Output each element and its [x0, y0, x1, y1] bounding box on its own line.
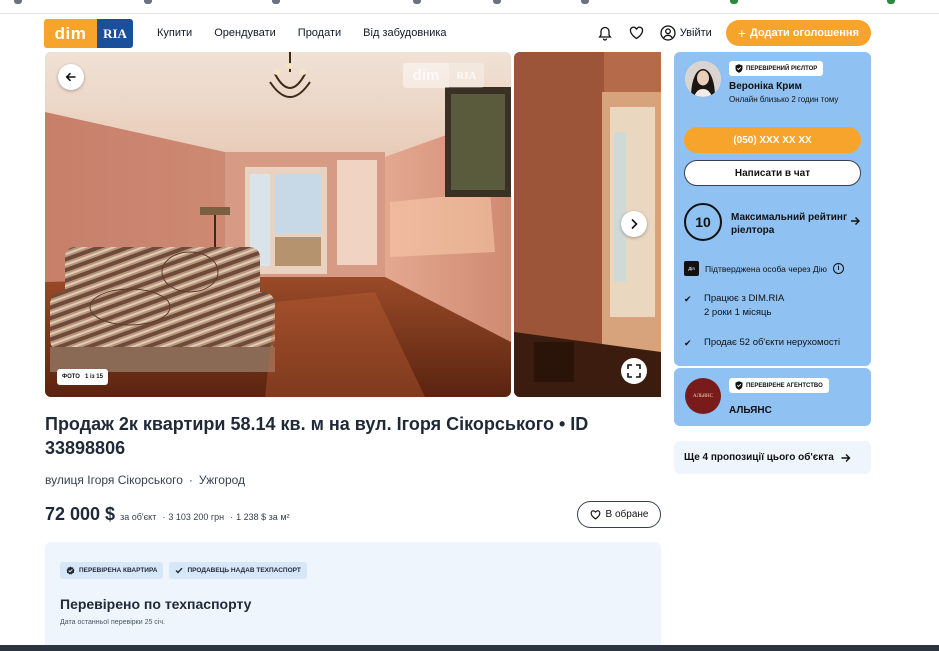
- price-separator: ·: [230, 512, 234, 522]
- plus-icon: +: [737, 25, 746, 41]
- add-to-favorites-button[interactable]: В обране: [577, 501, 661, 528]
- tab-indicator: [730, 0, 738, 4]
- dimria-logo[interactable]: dim RIA: [44, 19, 133, 48]
- nav-developer[interactable]: Від забудовника: [363, 27, 446, 39]
- price-usd: 72 000 $: [45, 504, 116, 524]
- verified-agency-badge: ПЕРЕВІРЕНЕ АГЕНТСТВО: [729, 378, 829, 393]
- main-photo[interactable]: [45, 52, 511, 397]
- realtor-avatar[interactable]: [685, 61, 721, 97]
- tab-indicator: [413, 0, 421, 4]
- back-button[interactable]: [58, 64, 84, 90]
- check-icon: ✔: [684, 294, 692, 304]
- tab-indicator: [272, 0, 280, 4]
- agency-card[interactable]: АЛЬЯНС ПЕРЕВІРЕНЕ АГЕНТСТВО АЛЬЯНС: [674, 368, 871, 426]
- photo-counter-value: 1 із 15: [84, 374, 103, 380]
- tab-indicator: [144, 0, 152, 4]
- watermark-logo: dim RIA: [403, 63, 484, 88]
- badge-passport-label: ПРОДАВЕЦЬ НАДАВ ТЕХПАСПОРТ: [187, 567, 301, 574]
- listing-address: вулиця Ігоря Сікорського · Ужгород: [45, 473, 245, 487]
- badge-verified-apartment: ПЕРЕВІРЕНА КВАРТИРА: [60, 562, 164, 579]
- diia-label: Підтверджена особа через Дію: [705, 263, 827, 274]
- price-per-m2: 1 238 $ за м²: [236, 512, 290, 522]
- heart-icon: [590, 509, 600, 520]
- price-row: 72 000 $ за об'єкт · 3 103 200 грн · 1 2…: [45, 504, 290, 525]
- nav-sell[interactable]: Продати: [298, 27, 341, 39]
- fullscreen-button[interactable]: [621, 358, 647, 384]
- tab-indicator: [887, 0, 895, 4]
- address-street[interactable]: вулиця Ігоря Сікорського: [45, 473, 183, 487]
- badge-verified-apartment-label: ПЕРЕВІРЕНА КВАРТИРА: [79, 567, 158, 574]
- login-button[interactable]: Увійти: [660, 25, 712, 41]
- address-city[interactable]: Ужгород: [199, 473, 245, 487]
- logo-dim-text: dim: [44, 19, 97, 48]
- verification-panel: ПЕРЕВІРЕНА КВАРТИРА ПРОДАВЕЦЬ НАДАВ ТЕХП…: [45, 542, 661, 651]
- arrow-right-icon: [841, 453, 851, 462]
- price-note: за об'єкт: [120, 512, 157, 522]
- price-uah: 3 103 200 грн: [168, 512, 225, 522]
- verification-title: Перевірено по техпаспорту: [60, 596, 252, 612]
- check-icon: ✔: [684, 338, 692, 348]
- shield-icon: [735, 381, 743, 390]
- tab-indicator: [14, 0, 22, 4]
- rating-label: Максимальний рейтинг ріелтора: [731, 212, 848, 236]
- realtor-card: ПЕРЕВІРЕНИЙ РІЄЛТОР Вероніка Крим Онлайн…: [674, 52, 871, 366]
- main-nav: Купити Орендувати Продати Від забудовник…: [157, 27, 469, 39]
- diia-logo-icon: Дія: [684, 261, 699, 276]
- realtor-experience: ✔ Працює з DIM.RIA 2 роки 1 місяць: [684, 292, 784, 320]
- experience-line2: 2 роки 1 місяць: [704, 307, 772, 318]
- show-phone-button[interactable]: (050) XXX XX XX: [684, 127, 861, 153]
- agency-name[interactable]: АЛЬЯНС: [729, 405, 772, 416]
- verification-date: Дата останньої перевірки 25 січ.: [60, 619, 165, 626]
- arrow-right-icon: [851, 217, 860, 225]
- tab-indicator: [581, 0, 589, 4]
- info-icon[interactable]: i: [832, 263, 844, 274]
- logo-ria-text: RIA: [97, 19, 133, 48]
- photo-counter: ФОТО 1 із 15: [57, 369, 108, 385]
- header-actions: Увійти + Додати оголошення: [584, 19, 871, 47]
- realtor-name[interactable]: Вероніка Крим: [729, 81, 802, 92]
- add-listing-button[interactable]: + Додати оголошення: [725, 20, 871, 46]
- next-photo-button[interactable]: [621, 211, 647, 237]
- arrow-left-icon: [65, 72, 76, 82]
- add-listing-label: Додати оголошення: [749, 27, 859, 39]
- watermark-dim: dim: [403, 63, 449, 88]
- more-offers-label: Ще 4 пропозиції цього об'єкта: [684, 452, 834, 463]
- chevron-right-icon: [631, 218, 638, 230]
- verified-realtor-badge: ПЕРЕВІРЕНИЙ РІЄЛТОР: [729, 61, 824, 76]
- login-label: Увійти: [679, 27, 712, 39]
- diia-verification: Дія Підтверджена особа через Дію i: [684, 261, 844, 276]
- shield-icon: [735, 64, 743, 73]
- site-header: dim RIA Купити Орендувати Продати Від за…: [0, 14, 939, 52]
- nav-rent[interactable]: Орендувати: [214, 27, 276, 39]
- realtor-rating[interactable]: 10 Максимальний рейтинг ріелтора: [684, 203, 864, 243]
- bell-icon[interactable]: [594, 22, 616, 44]
- browser-top-strip: [0, 0, 939, 14]
- photo-counter-label: ФОТО: [62, 374, 80, 380]
- badge-passport-provided: ПРОДАВЕЦЬ НАДАВ ТЕХПАСПОРТ: [169, 562, 307, 579]
- experience-line1: Працює з DIM.RIA: [704, 293, 785, 304]
- bottom-scroll-bar: [0, 645, 939, 651]
- more-offers-link[interactable]: Ще 4 пропозиції цього об'єкта: [674, 441, 871, 474]
- watermark-ria: RIA: [449, 63, 484, 88]
- tab-indicator: [493, 0, 501, 4]
- listings-count-label: Продає 52 об'єкти нерухомості: [704, 337, 841, 348]
- price-separator: ·: [162, 512, 166, 522]
- nav-buy[interactable]: Купити: [157, 27, 192, 39]
- rating-value: 10: [684, 203, 722, 241]
- address-separator: ·: [188, 473, 193, 487]
- verified-agency-label: ПЕРЕВІРЕНЕ АГЕНТСТВО: [746, 382, 823, 389]
- realtor-listings-count: ✔ Продає 52 об'єкти нерухомості: [684, 336, 840, 350]
- user-icon: [660, 25, 676, 41]
- agency-logo: АЛЬЯНС: [685, 378, 721, 414]
- realtor-online-status: Онлайн близько 2 годин тому: [729, 95, 839, 104]
- check-icon: [175, 567, 183, 574]
- favorites-label: В обране: [605, 509, 649, 520]
- fullscreen-icon: [627, 364, 641, 378]
- verified-seal-icon: [66, 566, 75, 575]
- listing-title: Продаж 2к квартири 58.14 кв. м на вул. І…: [45, 414, 589, 458]
- verified-realtor-label: ПЕРЕВІРЕНИЙ РІЄЛТОР: [746, 65, 818, 72]
- verification-badges: ПЕРЕВІРЕНА КВАРТИРА ПРОДАВЕЦЬ НАДАВ ТЕХП…: [60, 562, 307, 579]
- chat-button[interactable]: Написати в чат: [684, 160, 861, 186]
- heart-icon[interactable]: [626, 22, 648, 44]
